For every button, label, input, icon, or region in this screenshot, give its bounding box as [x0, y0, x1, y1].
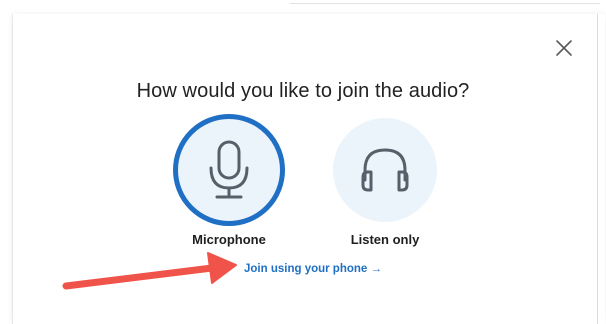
headphones-icon [361, 148, 409, 192]
close-icon [556, 40, 572, 56]
screen: How would you like to join the audio? Mi… [0, 0, 606, 324]
dialog-title: How would you like to join the audio? [136, 80, 470, 102]
microphone-icon [209, 140, 249, 199]
join-by-phone-link[interactable]: Join using your phone → [244, 263, 382, 275]
microphone-option-button[interactable]: Microphone [159, 114, 299, 247]
listen-only-option-button[interactable]: Listen only [315, 118, 455, 247]
audio-join-dialog [12, 14, 605, 324]
background-residue [290, 3, 600, 8]
close-button[interactable] [552, 36, 576, 60]
listen-only-option-circle [333, 118, 437, 222]
listen-only-option-label: Listen only [350, 232, 420, 247]
microphone-option-label: Microphone [192, 232, 266, 247]
dialog-scroll-edge [597, 14, 598, 324]
microphone-option-circle [173, 114, 285, 226]
